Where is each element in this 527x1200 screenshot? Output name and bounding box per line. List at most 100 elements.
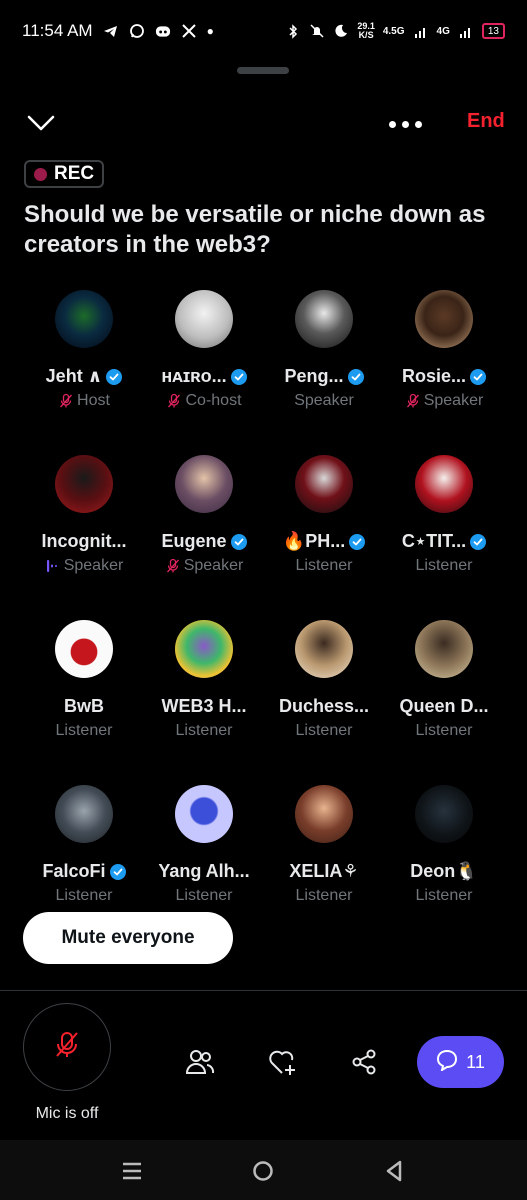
avatar[interactable] [175, 620, 233, 678]
participant-role: Listener [295, 887, 353, 904]
signal-label-2: 4G [436, 25, 450, 37]
participant-name-row: ʜᴀɪʀᴏ... [161, 366, 247, 387]
participant-card[interactable]: Queen D... Listener [384, 620, 504, 785]
participant-role-row: Listener [296, 557, 353, 575]
home-icon[interactable] [250, 1158, 276, 1184]
mic-toggle-button[interactable] [23, 1003, 111, 1091]
end-space-button[interactable]: End [467, 110, 505, 133]
avatar[interactable] [415, 290, 473, 348]
avatar[interactable] [415, 455, 473, 513]
comments-button[interactable]: 11 [417, 1036, 504, 1088]
avatar[interactable] [175, 785, 233, 843]
avatar[interactable] [295, 785, 353, 843]
participant-role: Listener [415, 887, 473, 904]
more-icon[interactable] [389, 121, 422, 128]
heart-plus-icon[interactable] [267, 1046, 299, 1078]
net-speed: 29.1 K/S [357, 22, 375, 40]
participant-name-row: Incognit... [42, 531, 127, 552]
x-icon [181, 23, 197, 39]
participant-card[interactable]: Duchess... Listener [264, 620, 384, 785]
signal-label-1: 4.5G [382, 25, 405, 37]
avatar[interactable] [415, 785, 473, 843]
participant-name: Duchess... [278, 696, 370, 716]
participant-card[interactable]: BwB Listener [24, 620, 144, 785]
participant-card[interactable]: WEB3 H... Listener [144, 620, 264, 785]
participant-role-row: Listener [56, 722, 113, 740]
participant-role: Co-host [185, 392, 242, 409]
participant-card[interactable]: ʜᴀɪʀᴏ... Co-host [144, 290, 264, 455]
participant-name: Jeht ∧ [45, 366, 103, 386]
participant-name: Yang Alh... [158, 861, 250, 881]
avatar[interactable] [55, 455, 113, 513]
participant-name: Queen D... [399, 696, 489, 716]
participant-role: Speaker [423, 392, 484, 409]
avatar[interactable] [415, 620, 473, 678]
participant-role-row: Host [58, 392, 110, 410]
battery-indicator: 13 [481, 23, 505, 39]
participant-name: Rosie... [401, 366, 467, 386]
mute-icon [309, 23, 325, 39]
participant-name-row: Eugene [161, 531, 247, 552]
avatar[interactable] [295, 290, 353, 348]
share-icon[interactable] [348, 1046, 380, 1078]
sheet-grabber[interactable] [237, 67, 289, 74]
participant-name: Deon🐧 [410, 861, 478, 881]
menu-icon[interactable] [119, 1158, 145, 1184]
participant-card[interactable]: Incognit... Speaker [24, 455, 144, 620]
participant-role: Speaker [63, 557, 124, 574]
verified-badge-icon [349, 533, 366, 550]
participant-name-row: WEB3 H... [161, 696, 246, 717]
participant-role-row: Speaker [45, 557, 124, 575]
participant-card[interactable]: 🔥PH... Listener [264, 455, 384, 620]
avatar[interactable] [55, 620, 113, 678]
participant-role: Speaker [183, 557, 244, 574]
participant-role-row: Listener [296, 722, 353, 740]
participant-card[interactable]: Peng... Speaker [264, 290, 384, 455]
participant-role-row: Listener [416, 722, 473, 740]
comment-count: 11 [466, 1051, 485, 1072]
participant-name-row: Deon🐧 [410, 861, 477, 882]
signal-bars-2-icon [458, 23, 474, 39]
verified-badge-icon [109, 863, 126, 880]
participant-name-row: XELIA⚘ [289, 861, 358, 882]
participant-card[interactable]: Rosie... Speaker [384, 290, 504, 455]
avatar[interactable] [175, 455, 233, 513]
participant-role-row: Listener [416, 887, 473, 905]
participant-role-row: Co-host [166, 392, 242, 410]
mic-muted-icon [166, 393, 182, 409]
avatar[interactable] [55, 290, 113, 348]
participant-role-row: Listener [176, 887, 233, 905]
notification-dot: ● [206, 24, 214, 38]
mute-everyone-button[interactable]: Mute everyone [23, 912, 233, 964]
participant-role: Listener [175, 722, 233, 739]
participant-name-row: Duchess... [279, 696, 369, 717]
avatar[interactable] [175, 290, 233, 348]
discord-icon [155, 23, 171, 39]
whatsapp-icon [129, 23, 145, 39]
participant-role-row: Speaker [405, 392, 484, 410]
participant-name: WEB3 H... [161, 696, 247, 716]
verified-badge-icon [230, 368, 247, 385]
rec-dot-icon [34, 167, 47, 181]
participant-role: Speaker [294, 392, 354, 409]
participant-name-row: Yang Alh... [158, 861, 249, 882]
chevron-down-icon[interactable] [26, 112, 56, 134]
participant-name-row: C⋆TIT... [402, 531, 487, 552]
avatar[interactable] [295, 455, 353, 513]
back-icon[interactable] [381, 1158, 407, 1184]
participant-card[interactable]: Jeht ∧ Host [24, 290, 144, 455]
mic-off-icon [51, 1029, 83, 1066]
avatar[interactable] [295, 620, 353, 678]
net-speed-unit: K/S [358, 30, 374, 40]
avatar[interactable] [55, 785, 113, 843]
verified-badge-icon [470, 533, 487, 550]
participant-role: Listener [415, 722, 473, 739]
participant-card[interactable]: C⋆TIT... Listener [384, 455, 504, 620]
participant-name: Eugene [161, 531, 227, 551]
participant-card[interactable]: XELIA⚘ Listener [264, 785, 384, 950]
participant-card[interactable]: Eugene Speaker [144, 455, 264, 620]
participant-card[interactable]: Deon🐧 Listener [384, 785, 504, 950]
participant-role: Listener [175, 887, 233, 904]
participant-role: Listener [415, 557, 473, 574]
people-icon[interactable] [184, 1046, 216, 1078]
